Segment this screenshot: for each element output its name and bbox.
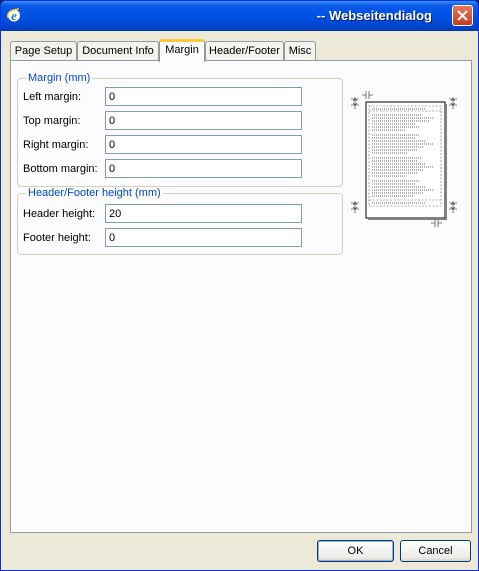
tab-margin[interactable]: Margin [159,39,205,62]
left-margin-input[interactable] [105,87,302,106]
right-margin-label: Right margin: [23,139,89,151]
bottom-margin-label: Bottom margin: [23,163,98,175]
bottom-margin-input[interactable] [105,159,302,178]
dialog-window: e -- Webseitendialog Page Setup Document… [0,0,479,571]
footer-height-input[interactable] [105,228,302,247]
tab-document-info[interactable]: Document Info [77,41,159,60]
header-footer-group-legend: Header/Footer height (mm) [28,187,161,199]
tab-header-footer[interactable]: Header/Footer [205,41,284,60]
tab-page-setup[interactable]: Page Setup [10,41,77,60]
right-margin-input[interactable] [105,135,302,154]
close-icon [457,10,468,21]
top-margin-input[interactable] [105,111,302,130]
top-margin-label: Top margin: [23,115,81,127]
left-margin-label: Left margin: [23,91,82,103]
page-preview [346,89,462,232]
ok-button[interactable]: OK [317,540,394,562]
internet-explorer-icon: e [6,7,22,23]
tab-misc[interactable]: Misc [284,41,316,60]
title-bar[interactable]: e -- Webseitendialog [1,1,478,31]
margin-group-legend: Margin (mm) [28,72,91,84]
close-button[interactable] [452,5,473,26]
header-height-input[interactable] [105,204,302,223]
cancel-button[interactable]: Cancel [400,540,471,562]
header-height-label: Header height: [23,208,96,220]
footer-height-label: Footer height: [23,232,91,244]
window-title: -- Webseitendialog [316,8,432,23]
margin-tab-panel: Margin (mm) Left margin: Top margin: Rig… [10,60,472,533]
